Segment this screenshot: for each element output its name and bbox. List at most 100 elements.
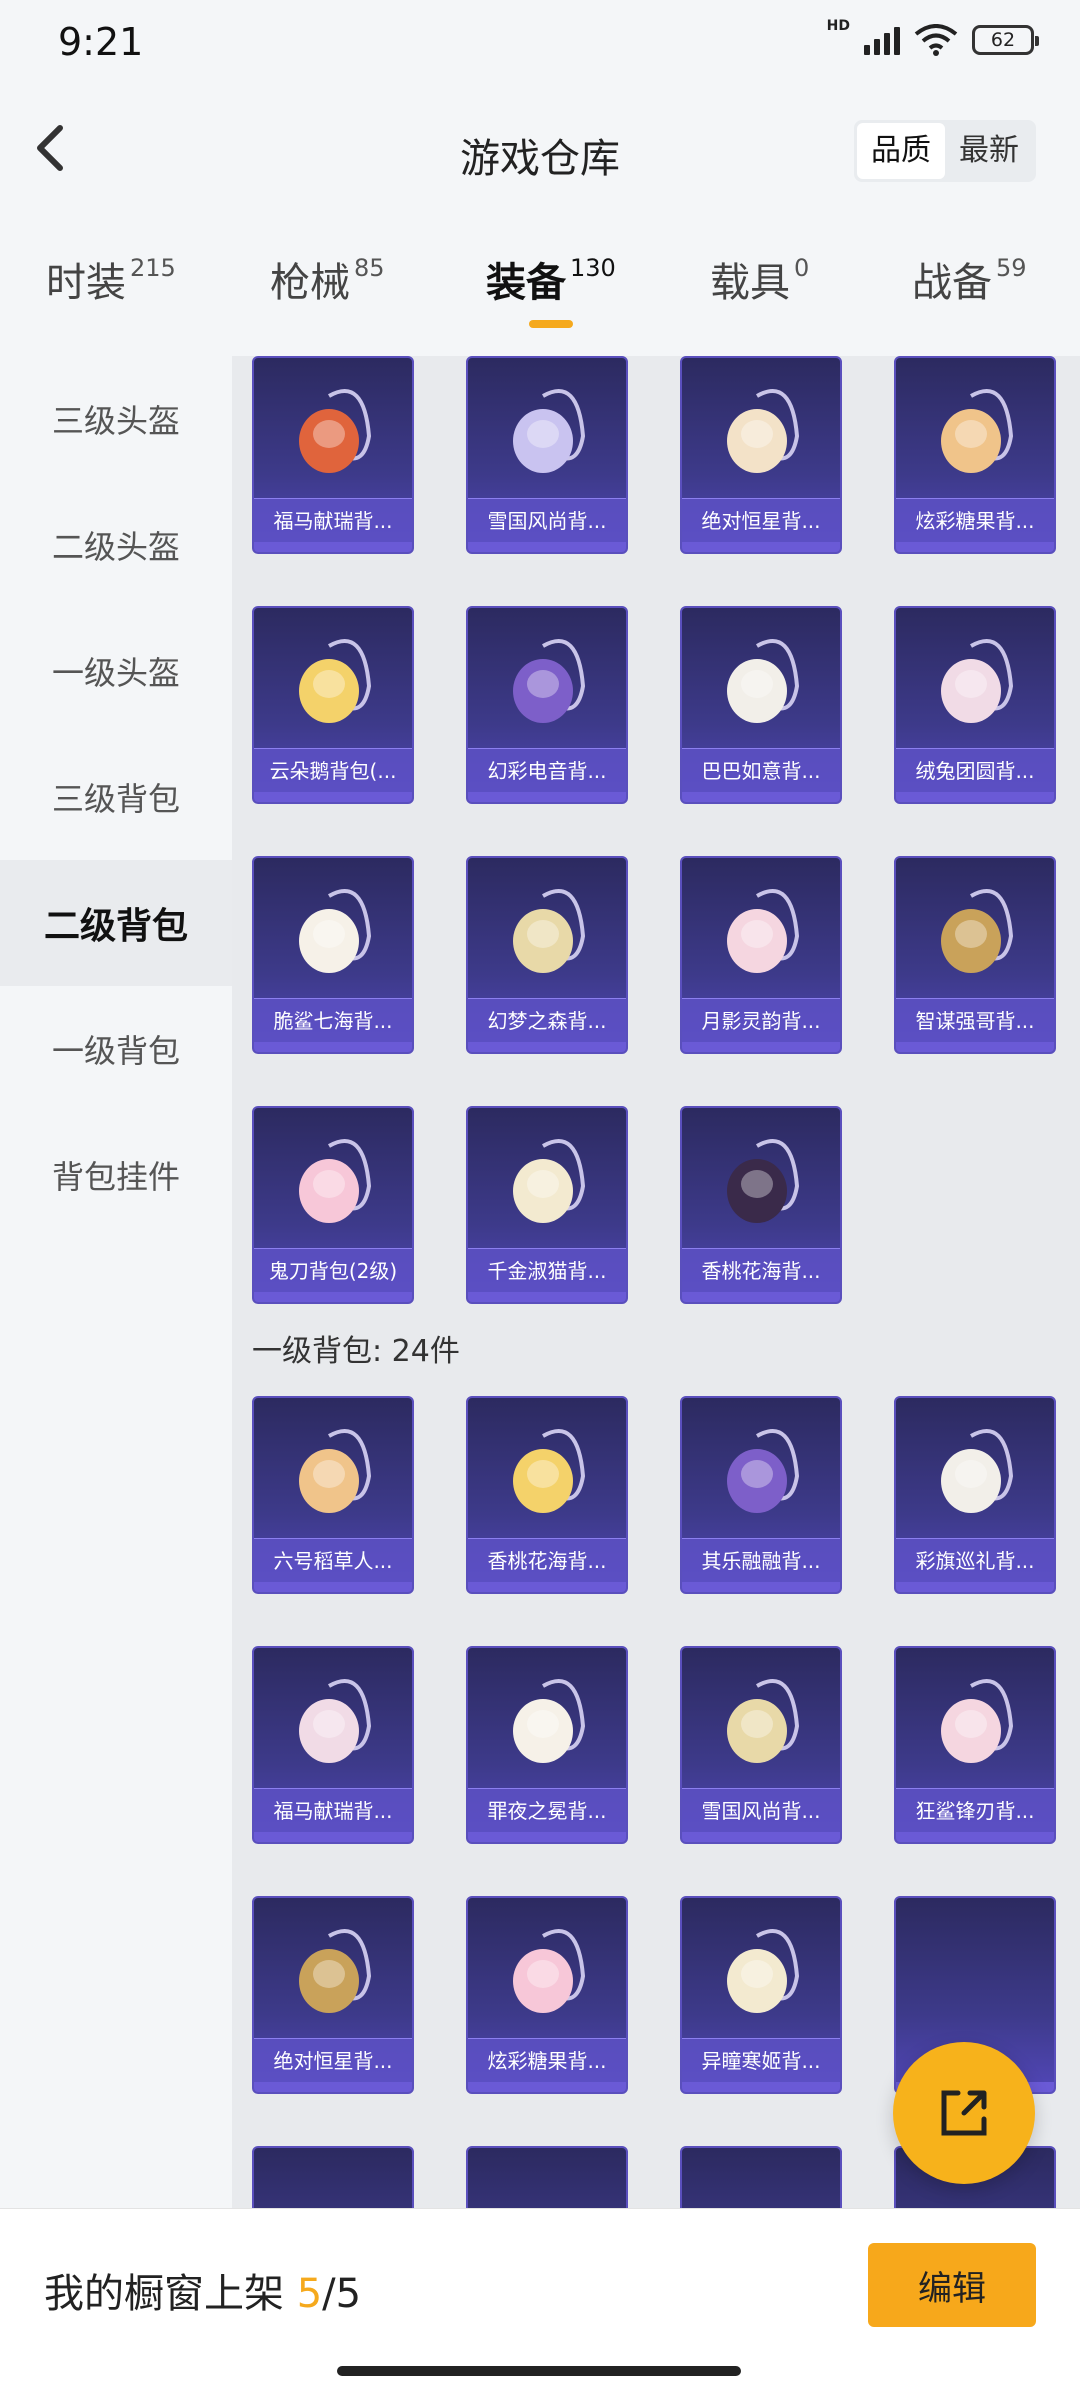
item-card[interactable]: 脆鲨七海背... <box>252 856 414 1054</box>
sidebar-item-helmet-1[interactable]: 一级头盔 <box>0 608 232 734</box>
tab-vehicles[interactable]: 载具 0 <box>710 250 809 308</box>
item-card[interactable] <box>466 2146 628 2208</box>
tab-guns[interactable]: 枪械 85 <box>270 250 385 308</box>
sort-quality-button[interactable]: 品质 <box>857 123 945 179</box>
backpack-image <box>727 389 800 473</box>
showcase-count: 5 <box>296 2271 323 2317</box>
sidebar-item-backpack-3[interactable]: 三级背包 <box>0 734 232 860</box>
item-card[interactable]: 异瞳寒姬背... <box>680 1896 842 2094</box>
bottom-bar: 我的橱窗上架 5/5 编辑 <box>0 2208 1080 2400</box>
item-card[interactable]: 雪国风尚背... <box>680 1646 842 1844</box>
clock: 9:21 <box>58 20 144 64</box>
item-name: 幻彩电音背... <box>468 748 626 792</box>
item-card[interactable]: 云朵鹅背包(... <box>252 606 414 804</box>
item-name: 香桃花海背... <box>682 1248 840 1292</box>
backpack-image <box>727 1139 800 1223</box>
item-card[interactable]: 福马献瑞背... <box>252 1646 414 1844</box>
edit-button[interactable]: 编辑 <box>868 2243 1036 2327</box>
item-card[interactable]: 幻彩电音背... <box>466 606 628 804</box>
item-card[interactable]: 绝对恒星背... <box>680 356 842 554</box>
item-name: 智谋强哥背... <box>896 998 1054 1042</box>
backpack-image <box>727 1429 800 1513</box>
section-title: 一级背包: 24件 <box>252 1334 460 1369</box>
item-card[interactable]: 狂鲨锋刃背... <box>894 1646 1056 1844</box>
backpack-image <box>299 889 372 973</box>
item-card[interactable]: 智谋强哥背... <box>894 856 1056 1054</box>
item-card[interactable]: 其乐融融背... <box>680 1396 842 1594</box>
battery-icon: 62 <box>972 25 1039 55</box>
card-strip <box>254 1292 412 1302</box>
card-strip <box>468 1582 626 1592</box>
item-card[interactable]: 鬼刀背包(2级) <box>252 1106 414 1304</box>
tab-count: 215 <box>130 254 176 282</box>
showcase-status: 我的橱窗上架 5/5 <box>44 2261 361 2319</box>
item-card[interactable]: 香桃花海背... <box>466 1396 628 1594</box>
item-name: 雪国风尚背... <box>682 1788 840 1832</box>
sidebar-item-backpack-1[interactable]: 一级背包 <box>0 986 232 1112</box>
item-name: 绝对恒星背... <box>682 498 840 542</box>
item-card[interactable]: 彩旗巡礼背... <box>894 1396 1056 1594</box>
sidebar-item-helmet-3[interactable]: 三级头盔 <box>0 356 232 482</box>
item-card[interactable]: 六号稻草人... <box>252 1396 414 1594</box>
item-card[interactable]: 绒兔团圆背... <box>894 606 1056 804</box>
item-card[interactable] <box>680 2146 842 2208</box>
item-card[interactable]: 月影灵韵背... <box>680 856 842 1054</box>
item-card[interactable] <box>252 2146 414 2208</box>
item-name: 千金淑猫背... <box>468 1248 626 1292</box>
item-card[interactable]: 罪夜之冕背... <box>466 1646 628 1844</box>
item-content: 福马献瑞背... 雪国风尚背... 绝对恒星背... 炫彩糖果背... 云朵鹅背包(..… <box>232 356 1080 2208</box>
backpack-image <box>513 389 586 473</box>
tab-supplies[interactable]: 战备 59 <box>912 250 1027 308</box>
item-name: 香桃花海背... <box>468 1538 626 1582</box>
card-strip <box>468 1042 626 1052</box>
item-card[interactable]: 福马献瑞背... <box>252 356 414 554</box>
backpack-image <box>727 889 800 973</box>
home-indicator <box>337 2366 741 2376</box>
item-card[interactable]: 巴巴如意背... <box>680 606 842 804</box>
backpack-image <box>941 389 1014 473</box>
sidebar-item-pendant[interactable]: 背包挂件 <box>0 1112 232 1238</box>
card-strip <box>682 542 840 552</box>
item-name: 绒兔团圆背... <box>896 748 1054 792</box>
backpack-image <box>941 1429 1014 1513</box>
showcase-label: 我的橱窗上架 <box>44 2271 284 2317</box>
share-button[interactable] <box>893 2042 1035 2184</box>
card-strip <box>682 2082 840 2092</box>
item-card[interactable]: 千金淑猫背... <box>466 1106 628 1304</box>
tab-label: 载具 <box>710 260 790 306</box>
card-strip <box>896 1042 1054 1052</box>
backpack-image <box>513 1429 586 1513</box>
card-strip <box>254 542 412 552</box>
status-bar: 9:21 HD 62 <box>0 0 1080 90</box>
card-strip <box>254 1582 412 1592</box>
item-name: 雪国风尚背... <box>468 498 626 542</box>
card-strip <box>468 542 626 552</box>
item-name: 其乐融融背... <box>682 1538 840 1582</box>
tab-fashion[interactable]: 时装 215 <box>46 250 176 308</box>
backpack-image <box>513 1139 586 1223</box>
item-card[interactable]: 绝对恒星背... <box>252 1896 414 2094</box>
sort-latest-button[interactable]: 最新 <box>945 123 1033 179</box>
sidebar-item-helmet-2[interactable]: 二级头盔 <box>0 482 232 608</box>
card-strip <box>682 1042 840 1052</box>
item-card[interactable]: 香桃花海背... <box>680 1106 842 1304</box>
item-name: 云朵鹅背包(... <box>254 748 412 792</box>
sidebar-item-backpack-2[interactable]: 二级背包 <box>0 860 232 986</box>
item-name: 六号稻草人... <box>254 1538 412 1582</box>
tab-equipment[interactable]: 装备 130 <box>486 250 616 308</box>
item-name: 脆鲨七海背... <box>254 998 412 1042</box>
item-card[interactable]: 炫彩糖果背... <box>466 1896 628 2094</box>
item-card[interactable]: 雪国风尚背... <box>466 356 628 554</box>
tab-count: 0 <box>794 254 810 282</box>
backpack-image <box>299 639 372 723</box>
backpack-image <box>727 639 800 723</box>
status-icons: HD 62 <box>827 18 1039 56</box>
card-strip <box>468 792 626 802</box>
item-card[interactable]: 炫彩糖果背... <box>894 356 1056 554</box>
card-strip <box>682 1582 840 1592</box>
item-name: 福马献瑞背... <box>254 1788 412 1832</box>
item-card[interactable]: 幻梦之森背... <box>466 856 628 1054</box>
backpack-image <box>513 889 586 973</box>
backpack-image <box>299 1679 372 1763</box>
backpack-image <box>727 1929 800 2013</box>
